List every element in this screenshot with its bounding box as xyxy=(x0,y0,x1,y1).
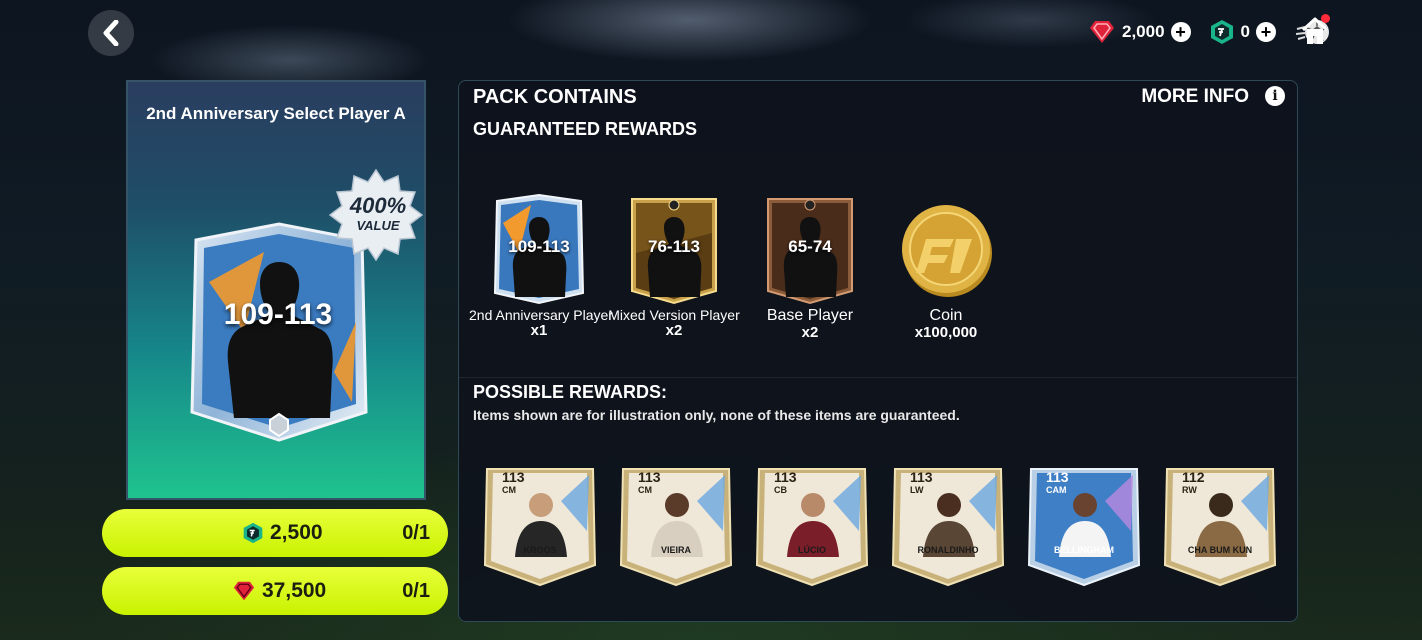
home-button[interactable] xyxy=(1300,16,1330,51)
token-balance: 0 + xyxy=(1209,19,1276,45)
reward-card: 109-113 xyxy=(491,193,587,305)
player-rating: 113 xyxy=(502,469,525,485)
reward-quantity: x100,000 xyxy=(914,324,978,341)
player-name: VIEIRA xyxy=(660,545,691,555)
reward-quantity: x1 xyxy=(530,322,548,339)
player-name: BELLINGHAM xyxy=(1054,545,1114,555)
buy-with-gems-button[interactable]: 37,500 0/1 xyxy=(102,567,448,615)
gem-purchase-limit: 0/1 xyxy=(402,579,430,602)
player-card[interactable]: 113 CB LÚCIO xyxy=(753,461,871,587)
player-position: CB xyxy=(774,485,787,495)
player-rating: 113 xyxy=(638,469,661,485)
value-label: VALUE xyxy=(356,218,400,233)
player-rating: 113 xyxy=(1046,469,1069,485)
gem-price: 37,500 xyxy=(232,579,326,603)
player-card[interactable]: 112 RW CHA BUM KUN xyxy=(1161,461,1279,587)
reward-name: Mixed Version Player xyxy=(608,307,740,323)
player-card[interactable]: 113 CM KROOS xyxy=(481,461,599,587)
section-divider xyxy=(459,377,1297,378)
player-position: CM xyxy=(638,485,652,495)
pack-rating-range: 109-113 xyxy=(223,298,333,331)
add-gems-button[interactable]: + xyxy=(1170,22,1191,42)
reward-rating: 76-113 xyxy=(648,237,700,256)
reward-coin[interactable]: Coin x100,000 xyxy=(876,193,1016,341)
player-card[interactable]: 113 CAM BELLINGHAM xyxy=(1025,461,1143,587)
coin-icon xyxy=(902,205,992,297)
reward-rating: 65-74 xyxy=(788,237,832,256)
gem-icon xyxy=(233,581,255,601)
player-position: RW xyxy=(1182,485,1197,495)
home-icon xyxy=(1301,17,1329,44)
player-name: LÚCIO xyxy=(798,545,826,555)
player-rating: 112 xyxy=(1182,469,1205,485)
token-icon xyxy=(1210,20,1233,44)
pack-card: 2nd Anniversary Select Player A 109-113 … xyxy=(126,80,426,500)
token-purchase-limit: 0/1 xyxy=(402,521,430,544)
pack-title: 2nd Anniversary Select Player A xyxy=(146,104,406,123)
reward-card xyxy=(898,193,994,305)
gem-count: 2,000 xyxy=(1121,22,1165,41)
gem-balance: 2,000 + xyxy=(1088,19,1191,45)
reward-quantity: x2 xyxy=(665,322,683,339)
player-card[interactable]: 113 LW RONALDINHO xyxy=(889,461,1007,587)
token-price-value: 2,500 xyxy=(270,521,323,544)
possible-rewards-title: POSSIBLE REWARDS: xyxy=(473,382,668,402)
reward-mixed-version-player[interactable]: 76-113 Mixed Version Player x2 xyxy=(604,193,744,339)
back-button[interactable] xyxy=(88,10,134,56)
reward-card: 65-74 xyxy=(762,193,858,305)
token-icon xyxy=(243,522,263,544)
player-card-frame xyxy=(1027,468,1141,587)
player-card-frame xyxy=(891,468,1005,587)
player-card-frame xyxy=(1163,468,1277,587)
player-position: LW xyxy=(910,485,924,495)
possible-players-row: 113 CM KROOS 113 CM VIEIRA 113 CB LÚCIO … xyxy=(481,461,1281,589)
reward-name: 2nd Anniversary Player xyxy=(469,307,613,323)
reward-rating: 109-113 xyxy=(508,237,570,256)
reward-card: 76-113 xyxy=(626,193,722,305)
pack-contains-title: PACK CONTAINS xyxy=(473,86,637,108)
top-bar: 2,000 + 0 + xyxy=(1088,14,1332,50)
player-name: KROOS xyxy=(523,545,557,555)
gem-price-value: 37,500 xyxy=(262,579,327,602)
player-position: CAM xyxy=(1046,485,1067,495)
reward-anniversary-player[interactable]: 109-113 2nd Anniversary Player x1 xyxy=(469,193,613,339)
player-card-frame xyxy=(755,468,869,587)
reward-base-player[interactable]: 65-74 Base Player x2 xyxy=(740,193,880,341)
player-card[interactable]: 113 CM VIEIRA xyxy=(617,461,735,587)
token-price: 2,500 xyxy=(242,521,323,545)
player-rating: 113 xyxy=(774,469,797,485)
add-tokens-button[interactable]: + xyxy=(1256,22,1276,42)
info-icon[interactable]: i xyxy=(1265,86,1285,106)
value-percent: 400% xyxy=(349,193,407,218)
reward-quantity: x2 xyxy=(801,324,819,341)
buy-with-tokens-button[interactable]: 2,500 0/1 xyxy=(102,509,448,557)
reward-name: Base Player xyxy=(766,307,854,324)
player-card-frame xyxy=(483,468,597,587)
player-name: RONALDINHO xyxy=(917,545,979,555)
possible-rewards-note: Items shown are for illustration only, n… xyxy=(473,407,960,423)
player-name: CHA BUM KUN xyxy=(1187,545,1253,555)
token-count: 0 xyxy=(1240,22,1250,41)
value-badge: 400% VALUE xyxy=(328,168,424,264)
pack-contents-panel: PACK CONTAINS MORE INFO i GUARANTEED REW… xyxy=(458,80,1298,622)
more-info-link[interactable]: MORE INFO xyxy=(1141,86,1249,108)
reward-name: Coin xyxy=(929,307,963,324)
player-card-frame xyxy=(619,468,733,587)
player-position: CM xyxy=(502,485,516,495)
guaranteed-rewards-title: GUARANTEED REWARDS xyxy=(473,119,698,139)
gem-icon xyxy=(1089,21,1114,43)
chevron-left-icon xyxy=(103,20,119,46)
player-rating: 113 xyxy=(910,469,933,485)
